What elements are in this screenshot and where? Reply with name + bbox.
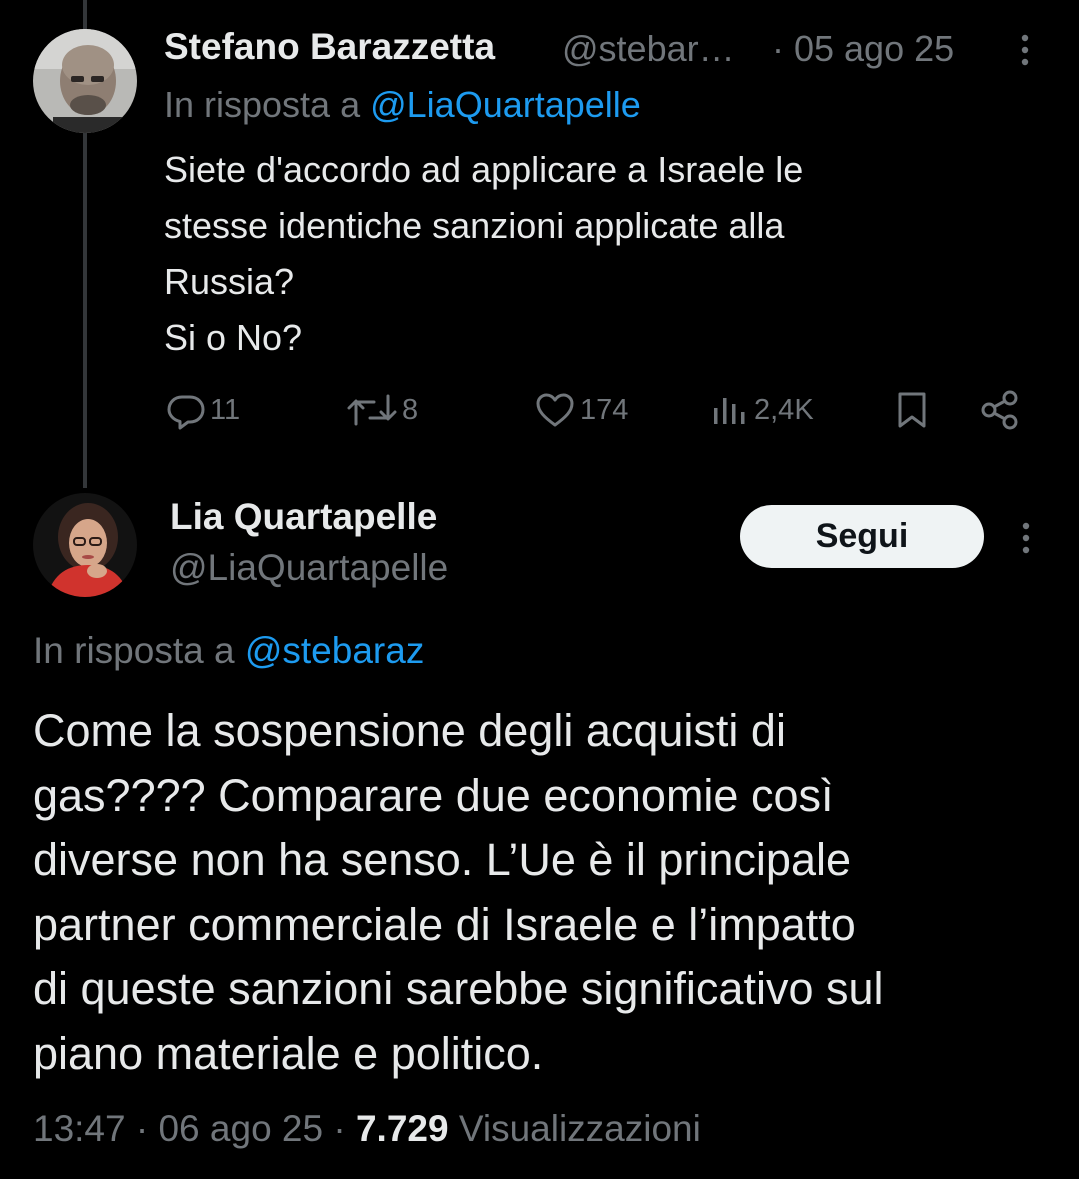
reply-count: 11	[210, 393, 241, 426]
reply-context: In risposta a @LiaQuartapelle	[164, 84, 641, 126]
author-handle[interactable]: @LiaQuartapelle	[170, 547, 448, 589]
author-name[interactable]: Stefano Barazzetta	[164, 26, 495, 68]
like-icon	[534, 390, 576, 430]
view-count: 7.729	[355, 1108, 449, 1149]
more-icon[interactable]	[1010, 30, 1040, 75]
views-icon	[710, 390, 750, 430]
share-icon	[980, 389, 1022, 431]
like-button[interactable]: 174	[534, 388, 628, 432]
author-handle[interactable]: @stebar…	[562, 28, 735, 70]
views-label: Visualizzazioni	[448, 1108, 701, 1149]
follow-button[interactable]: Segui	[740, 505, 984, 568]
repost-button[interactable]: 8	[346, 388, 418, 432]
repost-count: 8	[402, 393, 419, 426]
repost-icon	[346, 390, 398, 430]
reply-icon	[166, 390, 206, 430]
tweet-date[interactable]: 06 ago 25	[158, 1108, 323, 1149]
tweet-text: Come la sospensione degli acquisti di ga…	[33, 705, 884, 1079]
separator: ·	[323, 1108, 356, 1149]
like-count: 174	[580, 393, 629, 426]
reply-mention-link[interactable]: @stebaraz	[245, 630, 424, 671]
bookmark-button[interactable]	[893, 388, 931, 432]
author-name[interactable]: Lia Quartapelle	[170, 496, 437, 538]
tweet-text: Siete d'accordo ad applicare a Israele l…	[164, 149, 804, 358]
reply-mention-link[interactable]: @LiaQuartapelle	[370, 84, 641, 125]
separator: ·	[125, 1108, 159, 1149]
avatar[interactable]	[33, 493, 137, 597]
more-icon[interactable]	[1016, 518, 1036, 563]
tweet-date[interactable]: · 05 ago 25	[772, 28, 954, 70]
reply-prefix: In risposta a	[164, 84, 371, 125]
share-button[interactable]	[980, 388, 1022, 432]
tweet-metadata: 13:47 · 06 ago 25 · 7.729 Visualizzazion…	[33, 1108, 701, 1150]
reply-button[interactable]: 11	[166, 388, 240, 432]
avatar[interactable]	[33, 29, 137, 133]
views-button[interactable]: 2,4K	[710, 388, 814, 432]
tweet-time[interactable]: 13:47	[33, 1108, 126, 1149]
reply-context: In risposta a @stebaraz	[33, 630, 424, 672]
reply-prefix: In risposta a	[33, 630, 245, 671]
bookmark-icon	[893, 390, 931, 430]
views-count: 2,4K	[754, 393, 814, 426]
